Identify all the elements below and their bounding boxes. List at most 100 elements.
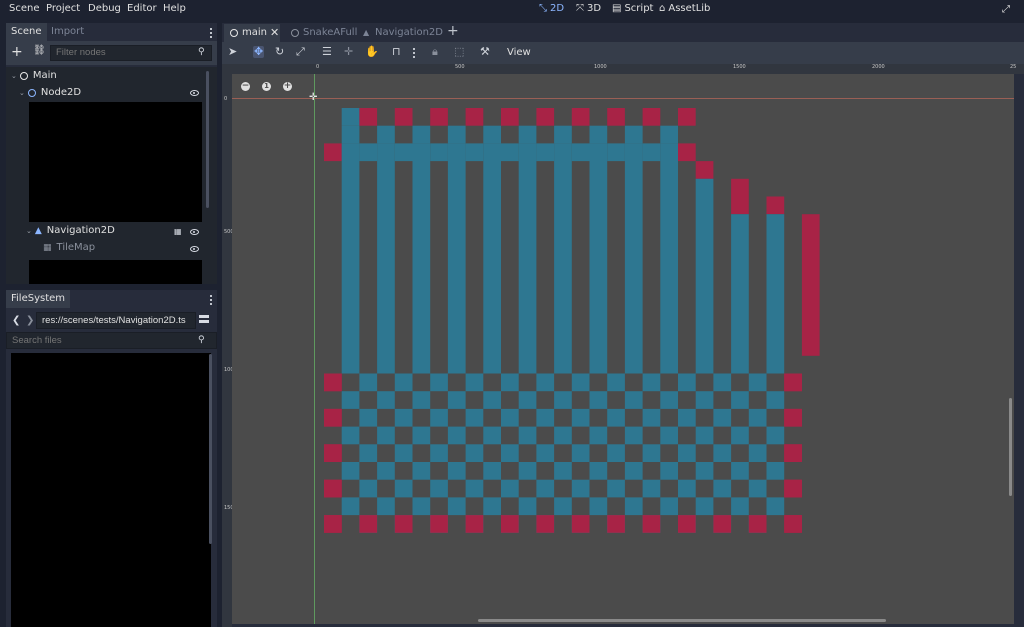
scene-dock-menu-icon[interactable] bbox=[210, 28, 213, 40]
nav-tile bbox=[660, 125, 678, 144]
file-tree-scrollbar[interactable] bbox=[209, 354, 212, 544]
obstacle-tile bbox=[394, 108, 413, 126]
tree-item-tilemap[interactable]: ▦ TileMap bbox=[43, 240, 95, 256]
workspace-3d-button[interactable]: ⤧ 3D bbox=[576, 3, 601, 14]
menu-editor[interactable]: Editor bbox=[127, 3, 157, 14]
nav-tile bbox=[518, 426, 537, 445]
filesystem-dock-menu-icon[interactable] bbox=[210, 295, 213, 307]
nav-tile bbox=[642, 444, 661, 462]
add-tab-icon[interactable]: + bbox=[447, 23, 459, 39]
nav-tile bbox=[695, 426, 714, 445]
obstacle-tile bbox=[695, 161, 714, 179]
nav-tile bbox=[607, 444, 625, 462]
menu-debug[interactable]: Debug bbox=[88, 3, 121, 14]
close-icon[interactable]: ✕ bbox=[270, 26, 279, 39]
menu-scene[interactable]: Scene bbox=[9, 3, 40, 14]
skeleton-bone-icon[interactable]: ⚒ bbox=[480, 46, 490, 58]
visibility-eye-icon[interactable] bbox=[190, 90, 199, 96]
nav-tile bbox=[447, 462, 466, 480]
nav-tile bbox=[518, 125, 537, 144]
nav-column bbox=[412, 143, 431, 374]
workspace-script-button[interactable]: ▤ Script bbox=[612, 3, 653, 14]
tab-filesystem[interactable]: FileSystem bbox=[6, 290, 71, 308]
file-list-view-icon[interactable] bbox=[199, 315, 209, 325]
lock-icon[interactable]: 🔒︎ bbox=[432, 46, 438, 58]
nav-tile bbox=[748, 373, 767, 392]
nav-tile bbox=[465, 444, 484, 462]
nav-tile bbox=[624, 497, 643, 516]
link-icon[interactable]: ⛓ bbox=[33, 45, 46, 56]
nav-tile bbox=[341, 462, 360, 480]
scene-tree-scrollbar[interactable] bbox=[206, 71, 209, 208]
zoom-out-icon[interactable]: − bbox=[241, 82, 250, 91]
pivot-tool-icon[interactable]: ✛ bbox=[344, 46, 353, 58]
tab-scene[interactable]: Scene bbox=[6, 23, 47, 41]
zoom-reset-icon[interactable]: 1 bbox=[262, 82, 271, 91]
node2d-icon bbox=[27, 89, 36, 97]
nav-tile bbox=[394, 444, 413, 462]
scale-tool-icon[interactable]: ⤢ bbox=[296, 46, 305, 58]
rotate-tool-icon[interactable]: ↻ bbox=[275, 46, 284, 58]
tree-item-node2d[interactable]: ⌄ Node2D bbox=[19, 85, 81, 101]
move-tool-icon[interactable]: ✥ bbox=[253, 46, 265, 58]
snap-options-icon[interactable] bbox=[413, 48, 416, 60]
distraction-free-icon[interactable]: ⤢ bbox=[1002, 4, 1012, 15]
search-files-input[interactable] bbox=[6, 332, 217, 349]
scene-dock: Scene Import + ⛓ ⚲ ⌄ Main ⌄ Node2D ⌄ ▲ N… bbox=[6, 23, 217, 284]
obstacle-tile bbox=[501, 108, 519, 126]
tilemap-icon: ▦ bbox=[43, 243, 52, 253]
nav-tile bbox=[695, 391, 714, 409]
nav-tile bbox=[501, 143, 519, 162]
nav-tile bbox=[660, 391, 678, 409]
obstacle-tile bbox=[324, 444, 342, 462]
nav-tile bbox=[748, 479, 767, 498]
snap-icon[interactable]: ⊓ bbox=[392, 46, 401, 58]
tree-item-navigation2d[interactable]: ⌄ ▲ Navigation2D bbox=[26, 223, 115, 239]
add-node-icon[interactable]: + bbox=[11, 43, 23, 61]
clapper-icon[interactable]: ▦ bbox=[174, 227, 182, 236]
forward-arrow-icon[interactable]: ❯ bbox=[26, 315, 34, 326]
filter-nodes-input[interactable] bbox=[50, 45, 212, 61]
nav-tile bbox=[571, 408, 590, 427]
tree-item-main[interactable]: ⌄ Main bbox=[11, 68, 57, 84]
workspace-2d-button[interactable]: ⤡ 2D bbox=[539, 3, 564, 14]
horizontal-ruler: 0 500 1000 1500 2000 25 bbox=[222, 64, 1024, 74]
nav-tile bbox=[731, 497, 749, 516]
visibility-eye-icon[interactable] bbox=[190, 246, 199, 252]
group-icon[interactable]: ⬚ bbox=[454, 46, 464, 58]
nav-tile bbox=[607, 408, 625, 427]
nav-tile bbox=[377, 497, 395, 516]
menu-project[interactable]: Project bbox=[46, 3, 80, 14]
view-menu[interactable]: View bbox=[507, 47, 531, 58]
nav-tile bbox=[341, 497, 360, 516]
vertical-scrollbar[interactable] bbox=[1009, 398, 1012, 496]
visibility-eye-icon[interactable] bbox=[190, 229, 199, 235]
tab-import[interactable]: Import bbox=[46, 23, 89, 41]
zoom-in-icon[interactable]: + bbox=[283, 82, 292, 91]
nav-column bbox=[766, 214, 785, 374]
obstacle-tile bbox=[324, 408, 342, 427]
nav-tile bbox=[483, 426, 501, 445]
navigation2d-icon: ▲ bbox=[34, 226, 42, 236]
nav-tile bbox=[536, 479, 555, 498]
nav-tile bbox=[766, 426, 785, 445]
canvas-viewport[interactable]: ✛ − 1 + bbox=[232, 74, 1014, 624]
path-field[interactable] bbox=[36, 312, 196, 329]
select-tool-icon[interactable]: ➤ bbox=[228, 46, 237, 58]
nav-tile bbox=[660, 497, 678, 516]
tab-navigation2d[interactable]: ▲ Navigation2D bbox=[360, 24, 443, 42]
horizontal-scrollbar[interactable] bbox=[478, 619, 886, 622]
menu-help[interactable]: Help bbox=[163, 3, 186, 14]
list-select-icon[interactable]: ☰ bbox=[322, 46, 332, 58]
tab-main[interactable]: main ✕ bbox=[224, 24, 280, 42]
tab-snakeafull[interactable]: SnakeAFull bbox=[288, 24, 357, 42]
nav-tile bbox=[412, 125, 431, 144]
nav-tile bbox=[554, 426, 572, 445]
nav-tile bbox=[660, 462, 678, 480]
workspace-assetlib-button[interactable]: ⌂ AssetLib bbox=[659, 3, 710, 14]
nav-tile bbox=[359, 143, 378, 162]
back-arrow-icon[interactable]: ❮ bbox=[12, 315, 20, 326]
pan-tool-icon[interactable]: ✋ bbox=[365, 46, 379, 58]
nav-tile bbox=[624, 462, 643, 480]
nav-tile bbox=[483, 391, 501, 409]
